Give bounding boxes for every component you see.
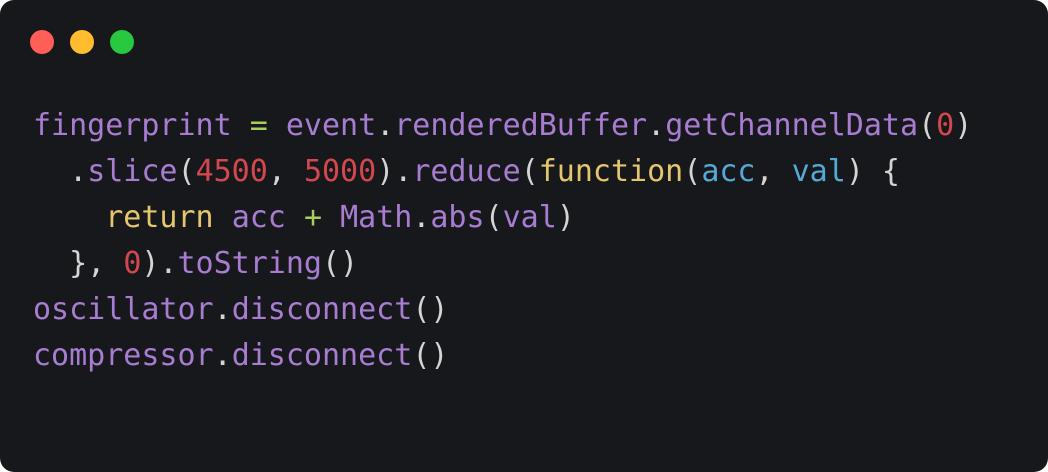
- code-token-plain: ,: [755, 154, 792, 189]
- code-block: fingerprint = event.renderedBuffer.getCh…: [33, 103, 972, 379]
- code-token-identifier: disconnect: [231, 338, 413, 373]
- code-token-plain: ): [556, 200, 575, 235]
- code-token-plain: .: [213, 338, 232, 373]
- code-token-identifier: renderedBuffer: [394, 108, 648, 143]
- code-token-identifier: compressor: [33, 338, 214, 373]
- code-token-identifier: getChannelData: [665, 108, 919, 143]
- code-token-identifier: val: [502, 200, 557, 235]
- code-token-identifier: toString: [177, 246, 323, 281]
- window-controls: [30, 30, 134, 54]
- code-token-plain: .: [33, 154, 88, 189]
- code-token-plain: (: [177, 154, 196, 189]
- code-token-identifier: fingerprint: [33, 108, 232, 143]
- code-token-identifier: disconnect: [231, 292, 413, 327]
- code-token-plain: (): [322, 246, 359, 281]
- code-line: return acc + Math.abs(val): [33, 195, 972, 241]
- code-line: compressor.disconnect(): [33, 333, 972, 379]
- code-line: .slice(4500, 5000).reduce(function(acc, …: [33, 149, 972, 195]
- code-token-plain: ) {: [845, 154, 900, 189]
- minimize-dot-icon[interactable]: [70, 30, 94, 54]
- code-line: oscillator.disconnect(): [33, 287, 972, 333]
- code-token-plain: (: [918, 108, 937, 143]
- code-token-number: 0: [936, 108, 955, 143]
- code-token-plain: ).: [376, 154, 413, 189]
- code-token-operator: +: [303, 200, 322, 235]
- zoom-dot-icon[interactable]: [110, 30, 134, 54]
- code-token-number: 4500: [195, 154, 268, 189]
- close-dot-icon[interactable]: [30, 30, 54, 54]
- code-line: fingerprint = event.renderedBuffer.getCh…: [33, 103, 972, 149]
- code-token-keyword: return: [105, 200, 214, 235]
- code-token-keyword: function: [538, 154, 684, 189]
- code-token-plain: (: [683, 154, 702, 189]
- code-token-number: 5000: [303, 154, 377, 189]
- code-token-plain: ,: [267, 154, 304, 189]
- code-token-plain: (): [412, 292, 449, 327]
- code-token-plain: .: [412, 200, 431, 235]
- code-line: }, 0).toString(): [33, 241, 972, 287]
- code-token-plain: (: [520, 154, 539, 189]
- code-token-identifier: acc: [231, 200, 286, 235]
- code-token-number: 0: [123, 246, 142, 281]
- code-token-identifier: slice: [87, 154, 178, 189]
- code-window: fingerprint = event.renderedBuffer.getCh…: [0, 0, 1048, 472]
- code-token-plain: (: [484, 200, 503, 235]
- code-token-operator: =: [249, 108, 268, 143]
- code-token-plain: ): [954, 108, 973, 143]
- code-token-plain: (): [412, 338, 449, 373]
- code-token-identifier: abs: [430, 200, 485, 235]
- code-token-plain: },: [33, 246, 124, 281]
- code-token-plain: ).: [141, 246, 178, 281]
- code-token-param: acc: [701, 154, 756, 189]
- code-token-plain: .: [213, 292, 232, 327]
- code-token-identifier: event: [285, 108, 377, 143]
- code-token-plain: .: [647, 108, 666, 143]
- code-token-identifier: reduce: [412, 154, 521, 189]
- code-token-identifier: oscillator: [33, 292, 214, 327]
- code-token-param: val: [791, 154, 846, 189]
- code-token-plain: .: [376, 108, 395, 143]
- code-token-identifier: Math: [340, 200, 413, 235]
